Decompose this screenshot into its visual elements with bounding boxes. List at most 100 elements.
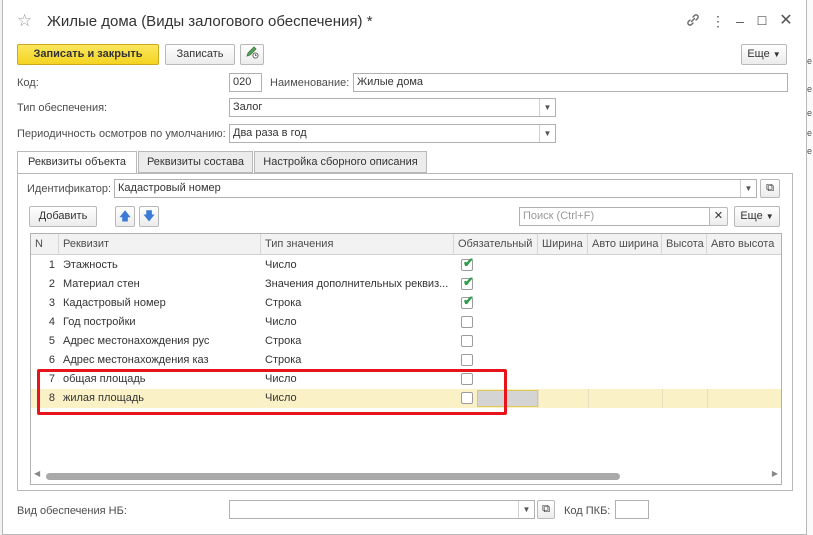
attribute-name-cell: Адрес местонахождения рус [63, 335, 210, 347]
inspection-period-select[interactable]: Два раза в год ▼ [229, 124, 556, 143]
column-header-width[interactable]: Ширина [538, 234, 588, 255]
tab-composition-attributes[interactable]: Реквизиты состава [138, 151, 253, 173]
more-button-label: Еще [747, 48, 770, 60]
name-label: Наименование: [270, 77, 350, 89]
annotation-highlight-box [37, 369, 507, 415]
identifier-label: Идентификатор: [27, 183, 112, 195]
value-type-cell: Число [265, 316, 297, 328]
required-checkbox[interactable] [461, 335, 473, 347]
value-type-cell: Строка [265, 297, 302, 309]
row-number-cell: 6 [48, 354, 55, 366]
chevron-down-icon[interactable]: ▼ [539, 125, 555, 142]
table-row[interactable]: 2 Материал стен Значения дополнительных ре… [31, 275, 781, 294]
table-more-button[interactable]: Еще ▼ [734, 206, 780, 227]
dropdown-arrow-icon: ▼ [772, 50, 781, 59]
move-up-button[interactable]: 🡅 [115, 206, 135, 227]
table-row[interactable]: 5 Адрес местонахождения рус Строка [31, 332, 781, 351]
table-row[interactable]: 3 Кадастровый номер Строка ✔ [31, 294, 781, 313]
column-header-auto-height[interactable]: Авто высота [707, 234, 781, 255]
chevron-down-icon[interactable]: ▼ [518, 501, 534, 518]
close-icon: ✕ [713, 210, 724, 222]
open-window-icon: ⧉ [542, 503, 550, 515]
required-checkbox[interactable]: ✔ [461, 255, 474, 271]
code-label: Код: [17, 77, 39, 89]
security-type-value: Залог [233, 101, 263, 113]
column-header-auto-width[interactable]: Авто ширина [588, 234, 662, 255]
column-divider [662, 389, 663, 408]
scrollbar-thumb[interactable] [46, 473, 620, 480]
attribute-name-cell: Материал стен [63, 278, 140, 290]
scroll-left-icon[interactable]: ◀ [34, 469, 40, 478]
horizontal-scrollbar[interactable]: ◀ ▶ [32, 469, 780, 483]
checkmark-icon: ✔ [463, 293, 474, 308]
column-divider [588, 389, 589, 408]
table-row[interactable]: 1 Этажность Число ✔ [31, 256, 781, 275]
inspection-period-label: Периодичность осмотров по умолчанию: [17, 128, 226, 140]
required-checkbox[interactable] [461, 316, 473, 328]
value-type-cell: Значения дополнительных реквиз... [265, 278, 449, 290]
background-window-edge: еееее [806, 0, 813, 535]
row-number-cell: 5 [48, 335, 55, 347]
pkb-code-label: Код ПКБ: [564, 505, 611, 517]
required-checkbox[interactable] [461, 354, 473, 366]
pkb-code-input[interactable] [615, 500, 649, 519]
more-button[interactable]: Еще ▼ [741, 44, 787, 65]
minimize-icon[interactable]: – [731, 12, 749, 30]
table-header: N Реквизит Тип значения Обязательный Шир… [31, 234, 781, 255]
column-divider [538, 389, 539, 408]
scroll-right-icon[interactable]: ▶ [772, 469, 778, 478]
open-identifier-button[interactable]: ⧉ [760, 179, 780, 198]
clear-search-button[interactable]: ✕ [709, 207, 728, 226]
value-type-cell: Строка [265, 335, 302, 347]
inspection-period-value: Два раза в год [233, 127, 307, 139]
chevron-down-icon[interactable]: ▼ [539, 99, 555, 116]
more-icon[interactable]: ⋮ [709, 12, 727, 30]
maximize-icon[interactable]: ☐ [753, 12, 771, 30]
attribute-name-cell: Год постройки [63, 316, 136, 328]
search-input[interactable]: Поиск (Ctrl+F) [519, 207, 710, 226]
nb-security-type-select[interactable]: ▼ [229, 500, 535, 519]
value-type-cell: Число [265, 259, 297, 271]
name-input[interactable]: Жилые дома [353, 73, 788, 92]
required-checkbox[interactable]: ✔ [461, 275, 474, 290]
checkmark-icon: ✔ [463, 255, 474, 270]
security-type-select[interactable]: Залог ▼ [229, 98, 556, 117]
table-row[interactable]: 6 Адрес местонахождения каз Строка [31, 351, 781, 370]
row-number-cell: 4 [48, 316, 55, 328]
column-header-n[interactable]: N [31, 234, 59, 255]
attribute-name-cell: Кадастровый номер [63, 297, 166, 309]
column-header-value-type[interactable]: Тип значения [261, 234, 454, 255]
add-button[interactable]: Добавить [29, 206, 97, 227]
edit-attributes-button[interactable] [240, 44, 264, 65]
arrow-up-icon: 🡅 [118, 209, 132, 223]
tab-object-attributes[interactable]: Реквизиты объекта [17, 151, 137, 174]
attributes-table: N Реквизит Тип значения Обязательный Шир… [30, 233, 782, 485]
security-type-label: Тип обеспечения: [17, 102, 108, 114]
code-input[interactable]: 020 [229, 73, 262, 92]
window-title: Жилые дома (Виды залогового обеспечения)… [47, 13, 373, 30]
column-divider [707, 389, 708, 408]
form-window: ☆ Жилые дома (Виды залогового обеспечени… [2, 0, 807, 535]
identifier-select[interactable]: Кадастровый номер ▼ [114, 179, 757, 198]
close-icon[interactable]: ✕ [777, 12, 795, 30]
favorite-star-icon[interactable]: ☆ [17, 11, 32, 31]
table-more-label: Еще [740, 210, 763, 222]
column-header-required[interactable]: Обязательный [454, 234, 538, 255]
attribute-name-cell: Адрес местонахождения каз [63, 354, 209, 366]
column-header-attribute[interactable]: Реквизит [59, 234, 261, 255]
table-row[interactable]: 4 Год постройки Число [31, 313, 781, 332]
save-button[interactable]: Записать [165, 44, 235, 65]
link-icon[interactable] [684, 12, 702, 30]
move-down-button[interactable]: 🡇 [139, 206, 159, 227]
attribute-name-cell: Этажность [63, 259, 118, 271]
row-number-cell: 3 [48, 297, 55, 309]
save-and-close-button[interactable]: Записать и закрыть [17, 44, 159, 65]
pencil-icon [245, 46, 259, 62]
open-nb-security-type-button[interactable]: ⧉ [537, 500, 555, 519]
value-type-cell: Строка [265, 354, 302, 366]
tab-combined-description-settings[interactable]: Настройка сборного описания [254, 151, 427, 173]
column-header-height[interactable]: Высота [662, 234, 707, 255]
required-checkbox[interactable]: ✔ [461, 293, 474, 309]
chevron-down-icon[interactable]: ▼ [740, 180, 756, 197]
nb-security-type-label: Вид обеспечения НБ: [17, 505, 127, 517]
